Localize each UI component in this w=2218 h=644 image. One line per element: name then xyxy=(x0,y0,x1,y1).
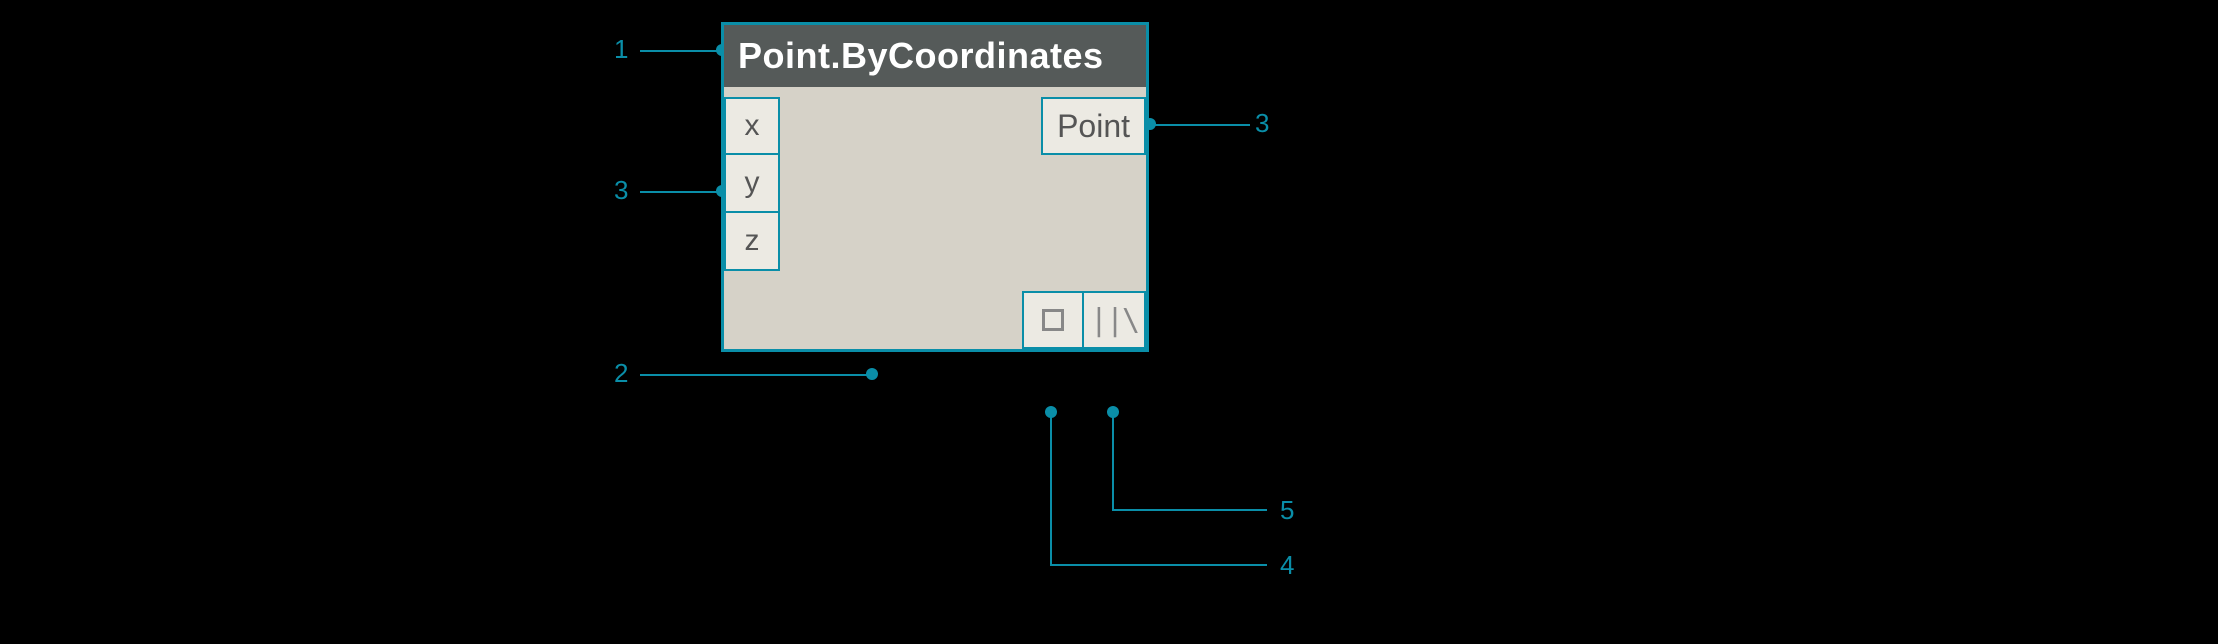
input-ports: x y z xyxy=(724,97,780,271)
annotation-line-4-h xyxy=(1050,564,1267,566)
lacing-button[interactable]: ||\ xyxy=(1084,291,1146,349)
node-footer: ||\ xyxy=(1022,291,1146,349)
input-port-x[interactable]: x xyxy=(724,97,780,155)
annotation-line-3-left xyxy=(640,191,720,193)
annotation-label-3-left: 3 xyxy=(614,175,628,206)
annotation-line-4-v xyxy=(1050,410,1052,565)
preview-toggle-button[interactable] xyxy=(1022,291,1084,349)
annotation-label-1: 1 xyxy=(614,34,628,65)
square-icon xyxy=(1042,309,1064,331)
annotation-line-3-right xyxy=(1150,124,1250,126)
annotation-line-5-h xyxy=(1112,509,1267,511)
annotation-label-4: 4 xyxy=(1280,550,1294,581)
annotation-line-5-v xyxy=(1112,410,1114,510)
annotation-line-2 xyxy=(640,374,870,376)
annotation-dot-2 xyxy=(866,368,878,380)
output-port[interactable]: Point xyxy=(1041,97,1146,155)
annotation-line-1 xyxy=(640,50,720,52)
annotation-label-5: 5 xyxy=(1280,495,1294,526)
node-title: Point.ByCoordinates xyxy=(724,25,1146,87)
annotation-label-2: 2 xyxy=(614,358,628,389)
input-port-z[interactable]: z xyxy=(724,213,780,271)
node-body: x y z Point ||\ xyxy=(724,87,1146,349)
annotation-label-3-right: 3 xyxy=(1255,108,1269,139)
lacing-icon: ||\ xyxy=(1090,303,1138,338)
node-point-bycoordinates[interactable]: Point.ByCoordinates x y z Point ||\ xyxy=(721,22,1149,352)
input-port-y[interactable]: y xyxy=(724,155,780,213)
